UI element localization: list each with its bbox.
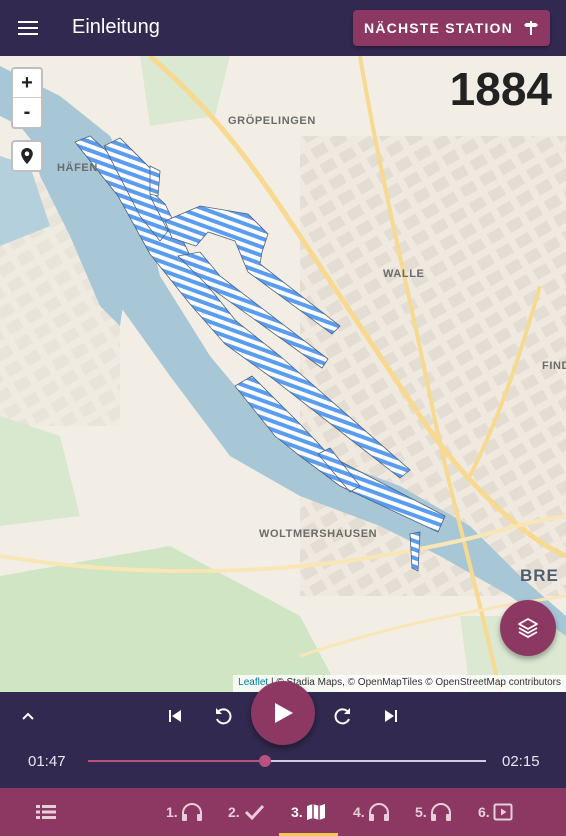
year-display: 1884 [449, 63, 552, 115]
replay-icon [216, 708, 232, 725]
zoom-out-button[interactable]: - [13, 98, 41, 127]
nav-station-3[interactable]: 3. [279, 788, 338, 836]
current-time: 01:47 [28, 753, 66, 770]
attribution-text: | © Stadia Maps, © OpenMapTiles © OpenSt… [268, 677, 561, 688]
map-label-bremen: BRE [520, 566, 559, 585]
progress-fill [88, 760, 265, 762]
menu-icon [18, 21, 38, 23]
list-icon [36, 805, 56, 819]
audio-player: 01:47 02:15 [0, 681, 566, 788]
map-icon [306, 804, 325, 820]
map-tiles [0, 56, 566, 692]
menu-icon-line [18, 33, 38, 35]
map-label-haefen: HÄFEN [57, 162, 98, 174]
next-track-button[interactable] [379, 704, 403, 728]
map[interactable]: GRÖPELINGEN HÄFEN WALLE FIND WOLTMERSHAU… [0, 56, 566, 692]
nav-station-6[interactable]: 6. [478, 788, 513, 836]
nav-station-number: 3. [291, 804, 303, 820]
map-label-woltmershausen: WOLTMERSHAUSEN [259, 528, 378, 540]
forward-icon [334, 708, 350, 725]
headphones-icon [430, 803, 451, 821]
chevron-up-icon [22, 712, 34, 720]
progress-thumb[interactable] [258, 755, 271, 767]
signpost-icon [523, 21, 538, 35]
expand-player-button[interactable] [16, 704, 40, 728]
playlist-button[interactable] [36, 788, 56, 836]
layers-icon [518, 618, 538, 638]
map-label-groepelingen: GRÖPELINGEN [228, 115, 316, 127]
headphones-icon [368, 803, 389, 821]
nav-station-number: 5. [415, 804, 427, 820]
menu-button[interactable] [10, 10, 46, 46]
page-title: Einleitung [72, 16, 160, 38]
next-station-button[interactable]: NÄCHSTE STATION [353, 10, 550, 46]
check-icon [244, 804, 264, 821]
bottom-navigation: 1. 2. 3. 4. 5. 6. [0, 788, 566, 836]
nav-station-number: 4. [353, 804, 365, 820]
play-button[interactable] [251, 681, 315, 745]
nav-station-1[interactable]: 1. [166, 788, 203, 836]
map-label-walle: WALLE [383, 268, 425, 280]
previous-track-button[interactable] [163, 704, 187, 728]
app-bar: Einleitung NÄCHSTE STATION [0, 0, 566, 56]
forward-button[interactable] [331, 704, 355, 728]
nav-station-2[interactable]: 2. [228, 788, 265, 836]
layers-button[interactable] [500, 600, 556, 656]
zoom-in-button[interactable]: + [13, 69, 41, 98]
locate-button[interactable] [11, 140, 43, 172]
map-label-find: FIND [542, 360, 566, 372]
skip-next-icon [385, 710, 397, 722]
rewind-button[interactable] [211, 704, 235, 728]
nav-station-number: 1. [166, 804, 178, 820]
location-pin-icon [21, 148, 33, 164]
skip-previous-icon [169, 710, 181, 722]
play-icon [275, 703, 293, 723]
video-icon [493, 803, 513, 821]
nav-station-number: 6. [478, 804, 490, 820]
zoom-control: + - [11, 67, 43, 129]
next-station-label: NÄCHSTE STATION [364, 20, 513, 36]
nav-station-number: 2. [228, 804, 240, 820]
menu-icon-line [18, 27, 38, 29]
nav-station-4[interactable]: 4. [353, 788, 390, 836]
progress-slider[interactable] [88, 755, 486, 767]
nav-station-5[interactable]: 5. [415, 788, 452, 836]
headphones-icon [181, 803, 202, 821]
total-time: 02:15 [502, 753, 540, 770]
